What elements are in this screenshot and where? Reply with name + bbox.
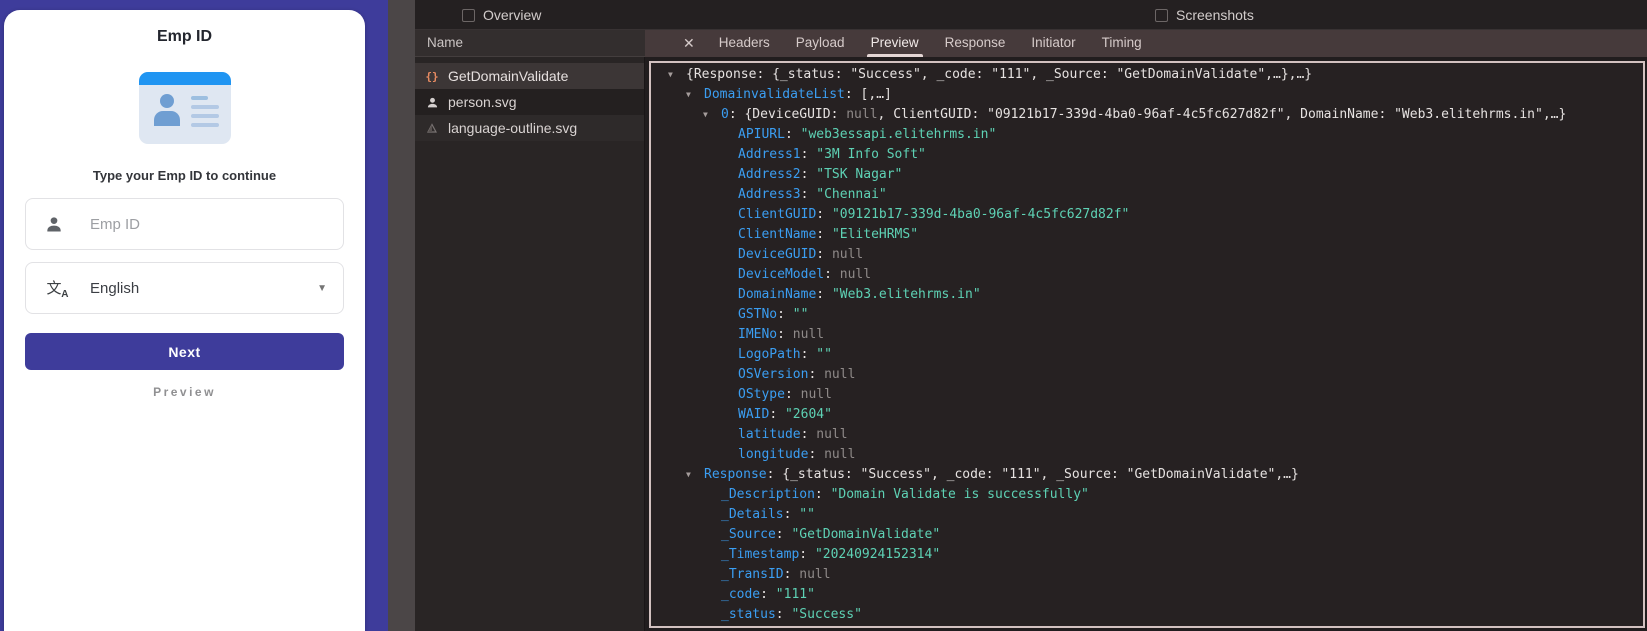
tree-row: _Details: "" [651, 505, 1643, 525]
person-icon [42, 214, 66, 234]
tree-row[interactable]: ▼{Response: {_status: "Success", _code: … [651, 65, 1643, 85]
network-request-list: {} GetDomainValidate person.svg language-ou… [415, 57, 645, 631]
tree-row[interactable]: ▼Response: {_status: "Success", _code: "… [651, 465, 1643, 485]
tree-row: Address3: "Chennai" [651, 185, 1643, 205]
request-name: GetDomainValidate [448, 68, 568, 84]
checkbox-icon [462, 9, 475, 22]
id-card-icon-bar [139, 72, 231, 85]
tree-row: LogoPath: "" [651, 345, 1643, 365]
tree-row: DomainName: "Web3.elitehrms.in" [651, 285, 1643, 305]
tree-row: GSTNo: "" [651, 305, 1643, 325]
tree-row: _Source: "GetDomainValidate" [651, 525, 1643, 545]
json-preview-tree: ▼{Response: {_status: "Success", _code: … [649, 61, 1645, 628]
tree-row: ClientName: "EliteHRMS" [651, 225, 1643, 245]
tree-row: DeviceModel: null [651, 265, 1643, 285]
emp-id-field[interactable] [25, 198, 344, 250]
tree-row: Address1: "3M Info Soft" [651, 145, 1643, 165]
id-card-text-lines [191, 94, 219, 132]
checkbox-icon [1155, 9, 1168, 22]
id-card-icon [139, 72, 231, 144]
tree-row: _code: "111" [651, 585, 1643, 605]
chevron-down-icon[interactable]: ▼ [317, 283, 327, 294]
tree-row: _TransID: null [651, 565, 1643, 585]
person-icon [424, 96, 440, 109]
emp-id-card: Emp ID Type your Emp ID to continue [4, 10, 365, 631]
request-row[interactable]: person.svg [415, 89, 644, 115]
tab-timing[interactable]: Timing [1102, 30, 1142, 57]
tree-row: WAID: "2604" [651, 405, 1643, 425]
devtools-network-panel: Overview Screenshots Name ✕ Headers Paylo… [415, 0, 1647, 631]
request-row[interactable]: language-outline.svg [415, 115, 644, 141]
tree-row: latitude: null [651, 425, 1643, 445]
expand-arrow-icon[interactable]: ▼ [703, 105, 721, 125]
image-thumbnail-icon [424, 122, 440, 134]
language-value: English [90, 280, 317, 297]
close-icon[interactable]: ✕ [683, 35, 695, 52]
overview-checkbox[interactable]: Overview [462, 0, 541, 30]
tab-preview[interactable]: Preview [871, 30, 919, 57]
expand-arrow-icon[interactable]: ▼ [686, 465, 704, 485]
tree-row: OStype: null [651, 385, 1643, 405]
id-card-person-icon [153, 94, 181, 132]
page-title: Emp ID [4, 28, 365, 46]
language-select[interactable]: 文A English ▼ [25, 262, 344, 314]
request-detail-tabbar: ✕ Headers Payload Preview Response Initiator… [645, 30, 1647, 57]
tree-row[interactable]: ▼0: {DeviceGUID: null, ClientGUID: "0912… [651, 105, 1643, 125]
next-button[interactable]: Next [25, 333, 344, 370]
screen: Emp ID Type your Emp ID to continue [0, 0, 1647, 631]
preview-watermark: Preview [4, 385, 365, 399]
name-column-header[interactable]: Name [415, 30, 645, 57]
tree-row: longitude: null [651, 445, 1643, 465]
tree-row: ClientGUID: "09121b17-339d-4ba0-96af-4c5… [651, 205, 1643, 225]
expand-arrow-icon[interactable]: ▼ [668, 65, 686, 85]
tree-row[interactable]: ▼DomainvalidateList: [,…] [651, 85, 1643, 105]
tab-initiator[interactable]: Initiator [1031, 30, 1075, 57]
tree-row: _status: "Success" [651, 605, 1643, 625]
tree-row: OSVersion: null [651, 365, 1643, 385]
tab-response[interactable]: Response [945, 30, 1006, 57]
network-settings-bar: Overview Screenshots [415, 0, 1647, 30]
emp-id-input[interactable] [90, 216, 327, 233]
request-row[interactable]: {} GetDomainValidate [415, 63, 644, 89]
tree-row: _Description: "Domain Validate is succes… [651, 485, 1643, 505]
tree-row: DeviceGUID: null [651, 245, 1643, 265]
tree-row: APIURL: "web3essapi.elitehrms.in" [651, 125, 1643, 145]
tree-row: _Timestamp: "20240924152314" [651, 545, 1643, 565]
tab-headers[interactable]: Headers [719, 30, 770, 57]
tab-payload[interactable]: Payload [796, 30, 845, 57]
subtitle: Type your Emp ID to continue [4, 168, 365, 183]
translate-icon: 文A [42, 281, 66, 296]
screenshots-checkbox[interactable]: Screenshots [1155, 0, 1254, 30]
expand-arrow-icon[interactable]: ▼ [686, 85, 704, 105]
emp-id-app: Emp ID Type your Emp ID to continue [0, 0, 388, 631]
window-divider [388, 0, 415, 631]
tree-row: Address2: "TSK Nagar" [651, 165, 1643, 185]
request-name: language-outline.svg [448, 120, 577, 136]
request-name: person.svg [448, 94, 516, 110]
preview-pane: ▼{Response: {_status: "Success", _code: … [645, 57, 1647, 631]
tree-row: IMENo: null [651, 325, 1643, 345]
braces-icon: {} [424, 70, 440, 83]
